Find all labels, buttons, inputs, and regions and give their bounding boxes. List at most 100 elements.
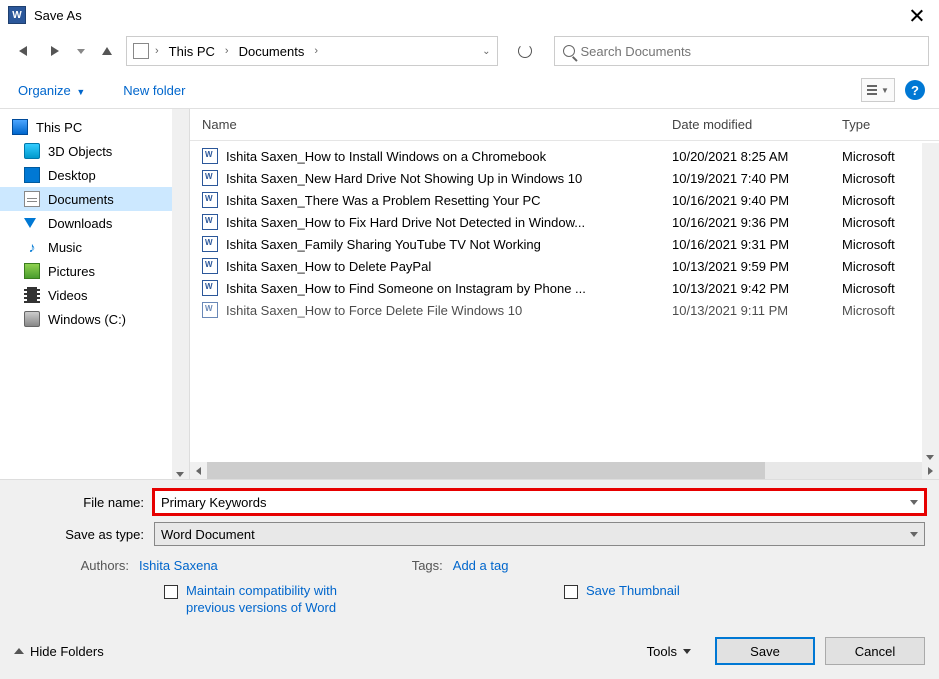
- file-row[interactable]: Ishita Saxen_How to Find Someone on Inst…: [190, 277, 939, 299]
- scroll-right-button[interactable]: [922, 462, 939, 479]
- arrow-right-icon: [928, 467, 933, 475]
- sidebar-item-cdrive[interactable]: Windows (C:): [0, 307, 189, 331]
- file-date: 10/13/2021 9:59 PM: [672, 259, 842, 274]
- file-type: Microsoft: [842, 149, 927, 164]
- save-thumbnail-label[interactable]: Save Thumbnail: [586, 583, 680, 600]
- word-file-icon: [202, 192, 218, 208]
- save-button[interactable]: Save: [715, 637, 815, 665]
- file-row[interactable]: Ishita Saxen_Family Sharing YouTube TV N…: [190, 233, 939, 255]
- authors-value[interactable]: Ishita Saxena: [139, 558, 218, 573]
- new-folder-button[interactable]: New folder: [119, 81, 189, 100]
- file-date: 10/16/2021 9:36 PM: [672, 215, 842, 230]
- scrollbar-track[interactable]: [207, 462, 922, 479]
- music-icon: ♪: [24, 239, 40, 255]
- horizontal-scrollbar[interactable]: [190, 462, 939, 479]
- file-date: 10/13/2021 9:11 PM: [672, 303, 842, 318]
- savetype-select[interactable]: Word Document: [154, 522, 925, 546]
- word-file-icon: [202, 258, 218, 274]
- sidebar-item-documents[interactable]: Documents: [0, 187, 189, 211]
- recent-dropdown[interactable]: [74, 38, 88, 64]
- dropdown-icon[interactable]: [910, 500, 918, 505]
- vertical-scrollbar[interactable]: [922, 143, 939, 462]
- word-file-icon: [202, 170, 218, 186]
- sidebar-item-music[interactable]: ♪Music: [0, 235, 189, 259]
- hide-folders-button[interactable]: Hide Folders: [14, 644, 104, 659]
- file-name: Ishita Saxen_New Hard Drive Not Showing …: [226, 171, 672, 186]
- organize-label: Organize: [18, 83, 71, 98]
- tools-button[interactable]: Tools: [647, 644, 691, 659]
- file-row[interactable]: Ishita Saxen_How to Install Windows on a…: [190, 145, 939, 167]
- organize-button[interactable]: Organize ▼: [14, 81, 89, 100]
- folder-icon: [133, 43, 149, 59]
- file-name: Ishita Saxen_There Was a Problem Resetti…: [226, 193, 672, 208]
- help-button[interactable]: ?: [905, 80, 925, 100]
- column-name[interactable]: Name: [202, 117, 672, 132]
- address-row: › This PC › Documents › ⌄: [0, 30, 939, 72]
- scroll-left-button[interactable]: [190, 462, 207, 479]
- file-list: Ishita Saxen_How to Install Windows on a…: [190, 141, 939, 462]
- forward-button[interactable]: [42, 38, 68, 64]
- column-date[interactable]: Date modified: [672, 117, 842, 132]
- back-button[interactable]: [10, 38, 36, 64]
- tags-value[interactable]: Add a tag: [453, 558, 509, 573]
- file-row[interactable]: Ishita Saxen_There Was a Problem Resetti…: [190, 189, 939, 211]
- column-type[interactable]: Type: [842, 117, 927, 132]
- hide-folders-label: Hide Folders: [30, 644, 104, 659]
- search-input[interactable]: [581, 44, 921, 59]
- view-options-button[interactable]: ▼: [861, 78, 895, 102]
- up-button[interactable]: [94, 38, 120, 64]
- documents-icon: [24, 191, 40, 207]
- sidebar-item-downloads[interactable]: Downloads: [0, 211, 189, 235]
- sidebar-item-label: Pictures: [48, 264, 95, 279]
- breadcrumb-dropdown[interactable]: ⌄: [482, 46, 490, 57]
- sidebar-item-videos[interactable]: Videos: [0, 283, 189, 307]
- file-name: Ishita Saxen_Family Sharing YouTube TV N…: [226, 237, 672, 252]
- word-file-icon: [202, 148, 218, 164]
- file-type: Microsoft: [842, 259, 927, 274]
- chevron-right-icon: ›: [312, 45, 320, 57]
- save-thumbnail-checkbox[interactable]: [564, 585, 578, 599]
- filename-input-container[interactable]: [154, 490, 925, 514]
- dropdown-icon: [910, 532, 918, 537]
- filename-input[interactable]: [161, 495, 918, 510]
- file-type: Microsoft: [842, 193, 927, 208]
- file-row[interactable]: Ishita Saxen_How to Fix Hard Drive Not D…: [190, 211, 939, 233]
- downloads-icon: [24, 215, 40, 231]
- maintain-compat-label[interactable]: Maintain compatibility with previous ver…: [186, 583, 364, 617]
- sidebar-item-label: This PC: [36, 120, 82, 135]
- word-file-icon: [202, 236, 218, 252]
- sidebar-item-thispc[interactable]: This PC: [0, 115, 189, 139]
- sidebar-item-pictures[interactable]: Pictures: [0, 259, 189, 283]
- file-date: 10/20/2021 8:25 AM: [672, 149, 842, 164]
- authors-label: Authors:: [74, 558, 129, 573]
- column-headers[interactable]: Name Date modified Type: [190, 109, 939, 141]
- drive-icon: [24, 311, 40, 327]
- word-file-icon: [202, 302, 218, 318]
- breadcrumb[interactable]: › This PC › Documents › ⌄: [126, 36, 498, 66]
- list-view-icon: [867, 85, 877, 95]
- file-type: Microsoft: [842, 303, 927, 318]
- sidebar-item-3dobjects[interactable]: 3D Objects: [0, 139, 189, 163]
- pictures-icon: [24, 263, 40, 279]
- maintain-compat-checkbox[interactable]: [164, 585, 178, 599]
- chevron-right-icon: ›: [223, 45, 231, 57]
- cancel-button[interactable]: Cancel: [825, 637, 925, 665]
- refresh-button[interactable]: [510, 36, 540, 66]
- file-list-area: Name Date modified Type Ishita Saxen_How…: [190, 109, 939, 479]
- sidebar-scrollbar[interactable]: [172, 109, 189, 479]
- file-row[interactable]: Ishita Saxen_How to Delete PayPal10/13/2…: [190, 255, 939, 277]
- file-row[interactable]: Ishita Saxen_How to Force Delete File Wi…: [190, 299, 939, 321]
- sidebar-item-label: Windows (C:): [48, 312, 126, 327]
- close-icon: [911, 9, 923, 21]
- file-row[interactable]: Ishita Saxen_New Hard Drive Not Showing …: [190, 167, 939, 189]
- sidebar-item-desktop[interactable]: Desktop: [0, 163, 189, 187]
- sidebar: This PC 3D Objects Desktop Documents Dow…: [0, 109, 190, 479]
- file-date: 10/16/2021 9:31 PM: [672, 237, 842, 252]
- form-area: File name: Save as type: Word Document A…: [0, 480, 939, 627]
- search-box[interactable]: [554, 36, 930, 66]
- scrollbar-thumb[interactable]: [207, 462, 765, 479]
- close-button[interactable]: [903, 1, 931, 29]
- breadcrumb-thispc[interactable]: This PC: [165, 42, 219, 61]
- arrow-left-icon: [19, 46, 27, 56]
- breadcrumb-folder[interactable]: Documents: [235, 42, 309, 61]
